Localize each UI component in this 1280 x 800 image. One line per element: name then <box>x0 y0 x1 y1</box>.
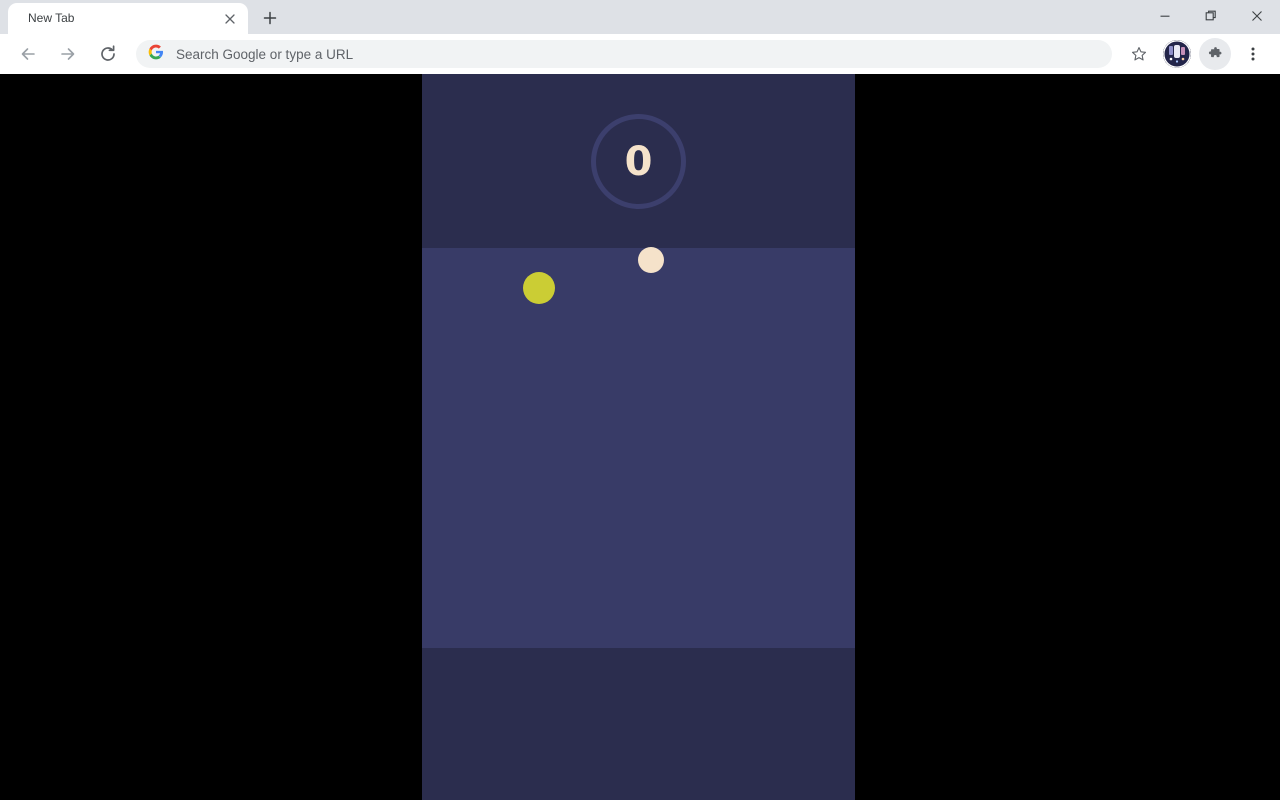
arrow-right-icon <box>58 44 78 64</box>
browser-window: New Tab Search Google or type a URL 0 <box>0 0 1280 800</box>
minimize-button[interactable] <box>1142 0 1188 32</box>
game-stage[interactable]: 0 <box>422 74 855 800</box>
tab-new-tab[interactable]: New Tab <box>8 3 248 34</box>
tab-strip: New Tab <box>0 0 1280 34</box>
middle-light-band <box>422 248 855 648</box>
reload-button[interactable] <box>92 38 124 70</box>
new-tab-button[interactable] <box>256 6 284 34</box>
three-dot-menu-icon <box>1245 46 1261 62</box>
extensions-button[interactable] <box>1199 38 1231 70</box>
maximize-icon <box>1205 10 1217 22</box>
bookmark-button[interactable] <box>1123 38 1155 70</box>
back-button[interactable] <box>12 38 44 70</box>
window-controls <box>1142 0 1280 32</box>
page-content-area: 0 <box>0 74 1280 800</box>
star-icon <box>1130 45 1148 63</box>
google-g-icon <box>148 44 164 65</box>
plus-icon <box>263 11 277 30</box>
window-close-button[interactable] <box>1234 0 1280 32</box>
reload-icon <box>98 44 118 64</box>
score-value: 0 <box>624 138 653 185</box>
target-ball <box>638 247 664 273</box>
lower-dark-band <box>422 648 855 800</box>
avatar[interactable] <box>1163 40 1191 68</box>
window-close-icon <box>1251 10 1263 22</box>
arrow-left-icon <box>18 44 38 64</box>
tab-title: New Tab <box>28 11 75 25</box>
puzzle-piece-icon <box>1207 46 1224 63</box>
close-icon[interactable] <box>220 9 240 29</box>
maximize-button[interactable] <box>1188 0 1234 32</box>
forward-button[interactable] <box>52 38 84 70</box>
address-bar[interactable]: Search Google or type a URL <box>136 40 1112 68</box>
browser-chrome: New Tab Search Google or type a URL <box>0 0 1280 74</box>
search-input[interactable]: Search Google or type a URL <box>176 47 353 62</box>
chrome-menu-button[interactable] <box>1237 38 1269 70</box>
player-ball[interactable] <box>523 272 555 304</box>
browser-toolbar: Search Google or type a URL <box>0 34 1280 74</box>
toolbar-actions <box>1120 38 1272 70</box>
minimize-icon <box>1159 10 1171 22</box>
score-ring: 0 <box>591 114 686 209</box>
